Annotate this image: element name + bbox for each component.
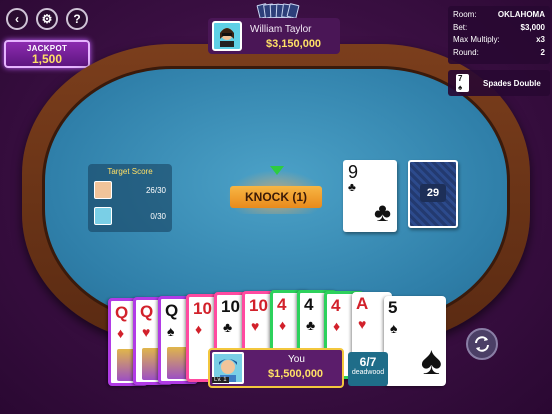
player-panel[interactable]: Lv. 1 You $1,500,000 (208, 348, 344, 388)
back-icon: ‹ (15, 12, 19, 26)
settings-button[interactable]: ⚙ (36, 8, 58, 30)
room-name: OKLAHOMA (497, 10, 545, 19)
deadwood-label: deadwood (351, 369, 385, 376)
max-multiply-value: x3 (536, 35, 545, 44)
player-avatar-small (94, 207, 112, 225)
spades-double-label: Spades Double (483, 78, 541, 88)
player-level: Lv. 1 (212, 377, 229, 383)
opponent-money: $3,150,000 (266, 38, 322, 50)
opponent-avatar-small (94, 181, 112, 199)
player-name: You (288, 354, 305, 365)
room-info-panel: Room: OKLAHOMA Bet: $3,000 Max Multiply: x3… (448, 6, 550, 64)
opponent-panel[interactable]: William Taylor $3,150,000 (208, 18, 340, 54)
target-score-panel: Target Score 26/30 0/30 (88, 164, 172, 232)
stock-pile[interactable]: 29 (408, 160, 458, 228)
opponent-name: William Taylor (250, 24, 312, 35)
target-score-title: Target Score (107, 167, 153, 176)
bet-value: $3,000 (520, 22, 545, 32)
spades-double-card: 7 ♠ (456, 74, 469, 92)
jackpot-panel[interactable]: JACKPOT 1,500 (4, 40, 90, 68)
opponent-avatar[interactable] (212, 21, 242, 51)
refresh-icon (475, 336, 489, 352)
spade-icon: ♠ (420, 339, 442, 383)
stock-count: 29 (420, 184, 446, 202)
back-button[interactable]: ‹ (6, 8, 28, 30)
opponent-target-score: 26/30 (145, 186, 166, 195)
jackpot-value: 1,500 (31, 52, 63, 66)
round-value: 2 (540, 47, 545, 57)
club-icon: ♣ (373, 197, 391, 227)
gear-icon: ⚙ (41, 12, 53, 26)
deadwood-value: 6/7 (359, 355, 377, 369)
help-button[interactable]: ? (66, 8, 88, 30)
deadwood-indicator: 6/7 deadwood (348, 352, 388, 386)
sort-cards-button[interactable] (466, 328, 498, 360)
discard-pile-card[interactable]: 9 ♣ ♣ (343, 160, 397, 232)
knock-button[interactable]: KNOCK (1) (230, 186, 322, 208)
player-target-score: 0/30 (150, 212, 166, 221)
help-icon: ? (73, 12, 81, 26)
hand-card[interactable]: 5 ♠ ♠ (384, 296, 446, 386)
arrow-down-icon (270, 166, 284, 175)
spades-double-panel: 7 ♠ Spades Double (448, 70, 550, 96)
player-money: $1,500,000 (268, 368, 324, 380)
